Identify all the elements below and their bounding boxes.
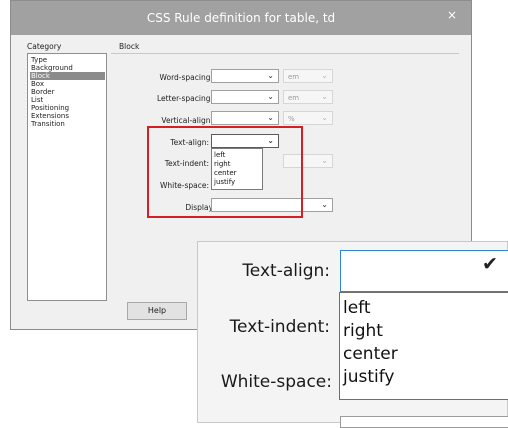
zoom-white-space-label: White-space: xyxy=(220,372,332,392)
highlight-box xyxy=(147,126,303,218)
category-item-transition[interactable]: Transition xyxy=(30,120,105,128)
category-list[interactable]: Type Background Block Box Border List Po… xyxy=(27,53,107,301)
zoom-text-align-label: Text-align: xyxy=(242,261,330,281)
vertical-align-label: Vertical-align: xyxy=(161,116,213,125)
category-item-list[interactable]: List xyxy=(30,96,105,104)
category-item-positioning[interactable]: Positioning xyxy=(30,104,105,112)
category-item-border[interactable]: Border xyxy=(30,88,105,96)
chevron-down-icon: ⌄ xyxy=(267,92,274,101)
zoom-option-left[interactable]: left xyxy=(343,297,371,319)
word-spacing-unit: em xyxy=(288,73,300,81)
section-heading: Block xyxy=(119,42,140,51)
category-item-extensions[interactable]: Extensions xyxy=(30,112,105,120)
close-icon[interactable]: × xyxy=(447,8,457,22)
chevron-down-icon: ⌄ xyxy=(321,92,328,101)
chevron-down-icon: ⌄ xyxy=(321,71,328,80)
title-bar: CSS Rule definition for table, td × xyxy=(11,1,471,35)
category-item-block[interactable]: Block xyxy=(30,72,105,80)
help-button[interactable]: Help xyxy=(127,302,187,320)
category-item-box[interactable]: Box xyxy=(30,80,105,88)
chevron-down-icon: ⌄ xyxy=(267,113,274,122)
section-divider xyxy=(111,53,459,54)
dialog-title: CSS Rule definition for table, td xyxy=(146,11,336,25)
letter-spacing-label: Letter-spacing: xyxy=(157,94,213,103)
zoom-white-space-select[interactable] xyxy=(340,416,508,428)
zoom-text-align-options-list[interactable]: left right center justify xyxy=(339,292,508,400)
chevron-down-icon: ⌄ xyxy=(321,156,328,165)
letter-spacing-unit-select[interactable]: em ⌄ xyxy=(283,90,333,104)
category-heading: Category xyxy=(27,42,62,51)
chevron-down-icon: ✔ xyxy=(482,253,498,275)
vertical-align-unit: % xyxy=(288,115,295,123)
zoom-option-right[interactable]: right xyxy=(343,320,383,342)
category-item-type[interactable]: Type xyxy=(30,56,105,64)
letter-spacing-unit: em xyxy=(288,94,300,102)
word-spacing-select[interactable]: ⌄ xyxy=(211,69,279,83)
zoom-option-justify[interactable]: justify xyxy=(343,366,395,388)
chevron-down-icon: ⌄ xyxy=(321,113,328,122)
zoom-text-indent-label: Text-indent: xyxy=(229,317,330,337)
zoom-option-center[interactable]: center xyxy=(343,343,398,365)
vertical-align-unit-select[interactable]: % ⌄ xyxy=(283,111,333,125)
chevron-down-icon: ⌄ xyxy=(267,71,274,80)
vertical-align-select[interactable]: ⌄ xyxy=(211,111,279,125)
chevron-down-icon: ⌄ xyxy=(321,200,328,209)
letter-spacing-select[interactable]: ⌄ xyxy=(211,90,279,104)
word-spacing-unit-select[interactable]: em ⌄ xyxy=(283,69,333,83)
category-item-background[interactable]: Background xyxy=(30,64,105,72)
word-spacing-label: Word-spacing: xyxy=(159,73,214,82)
